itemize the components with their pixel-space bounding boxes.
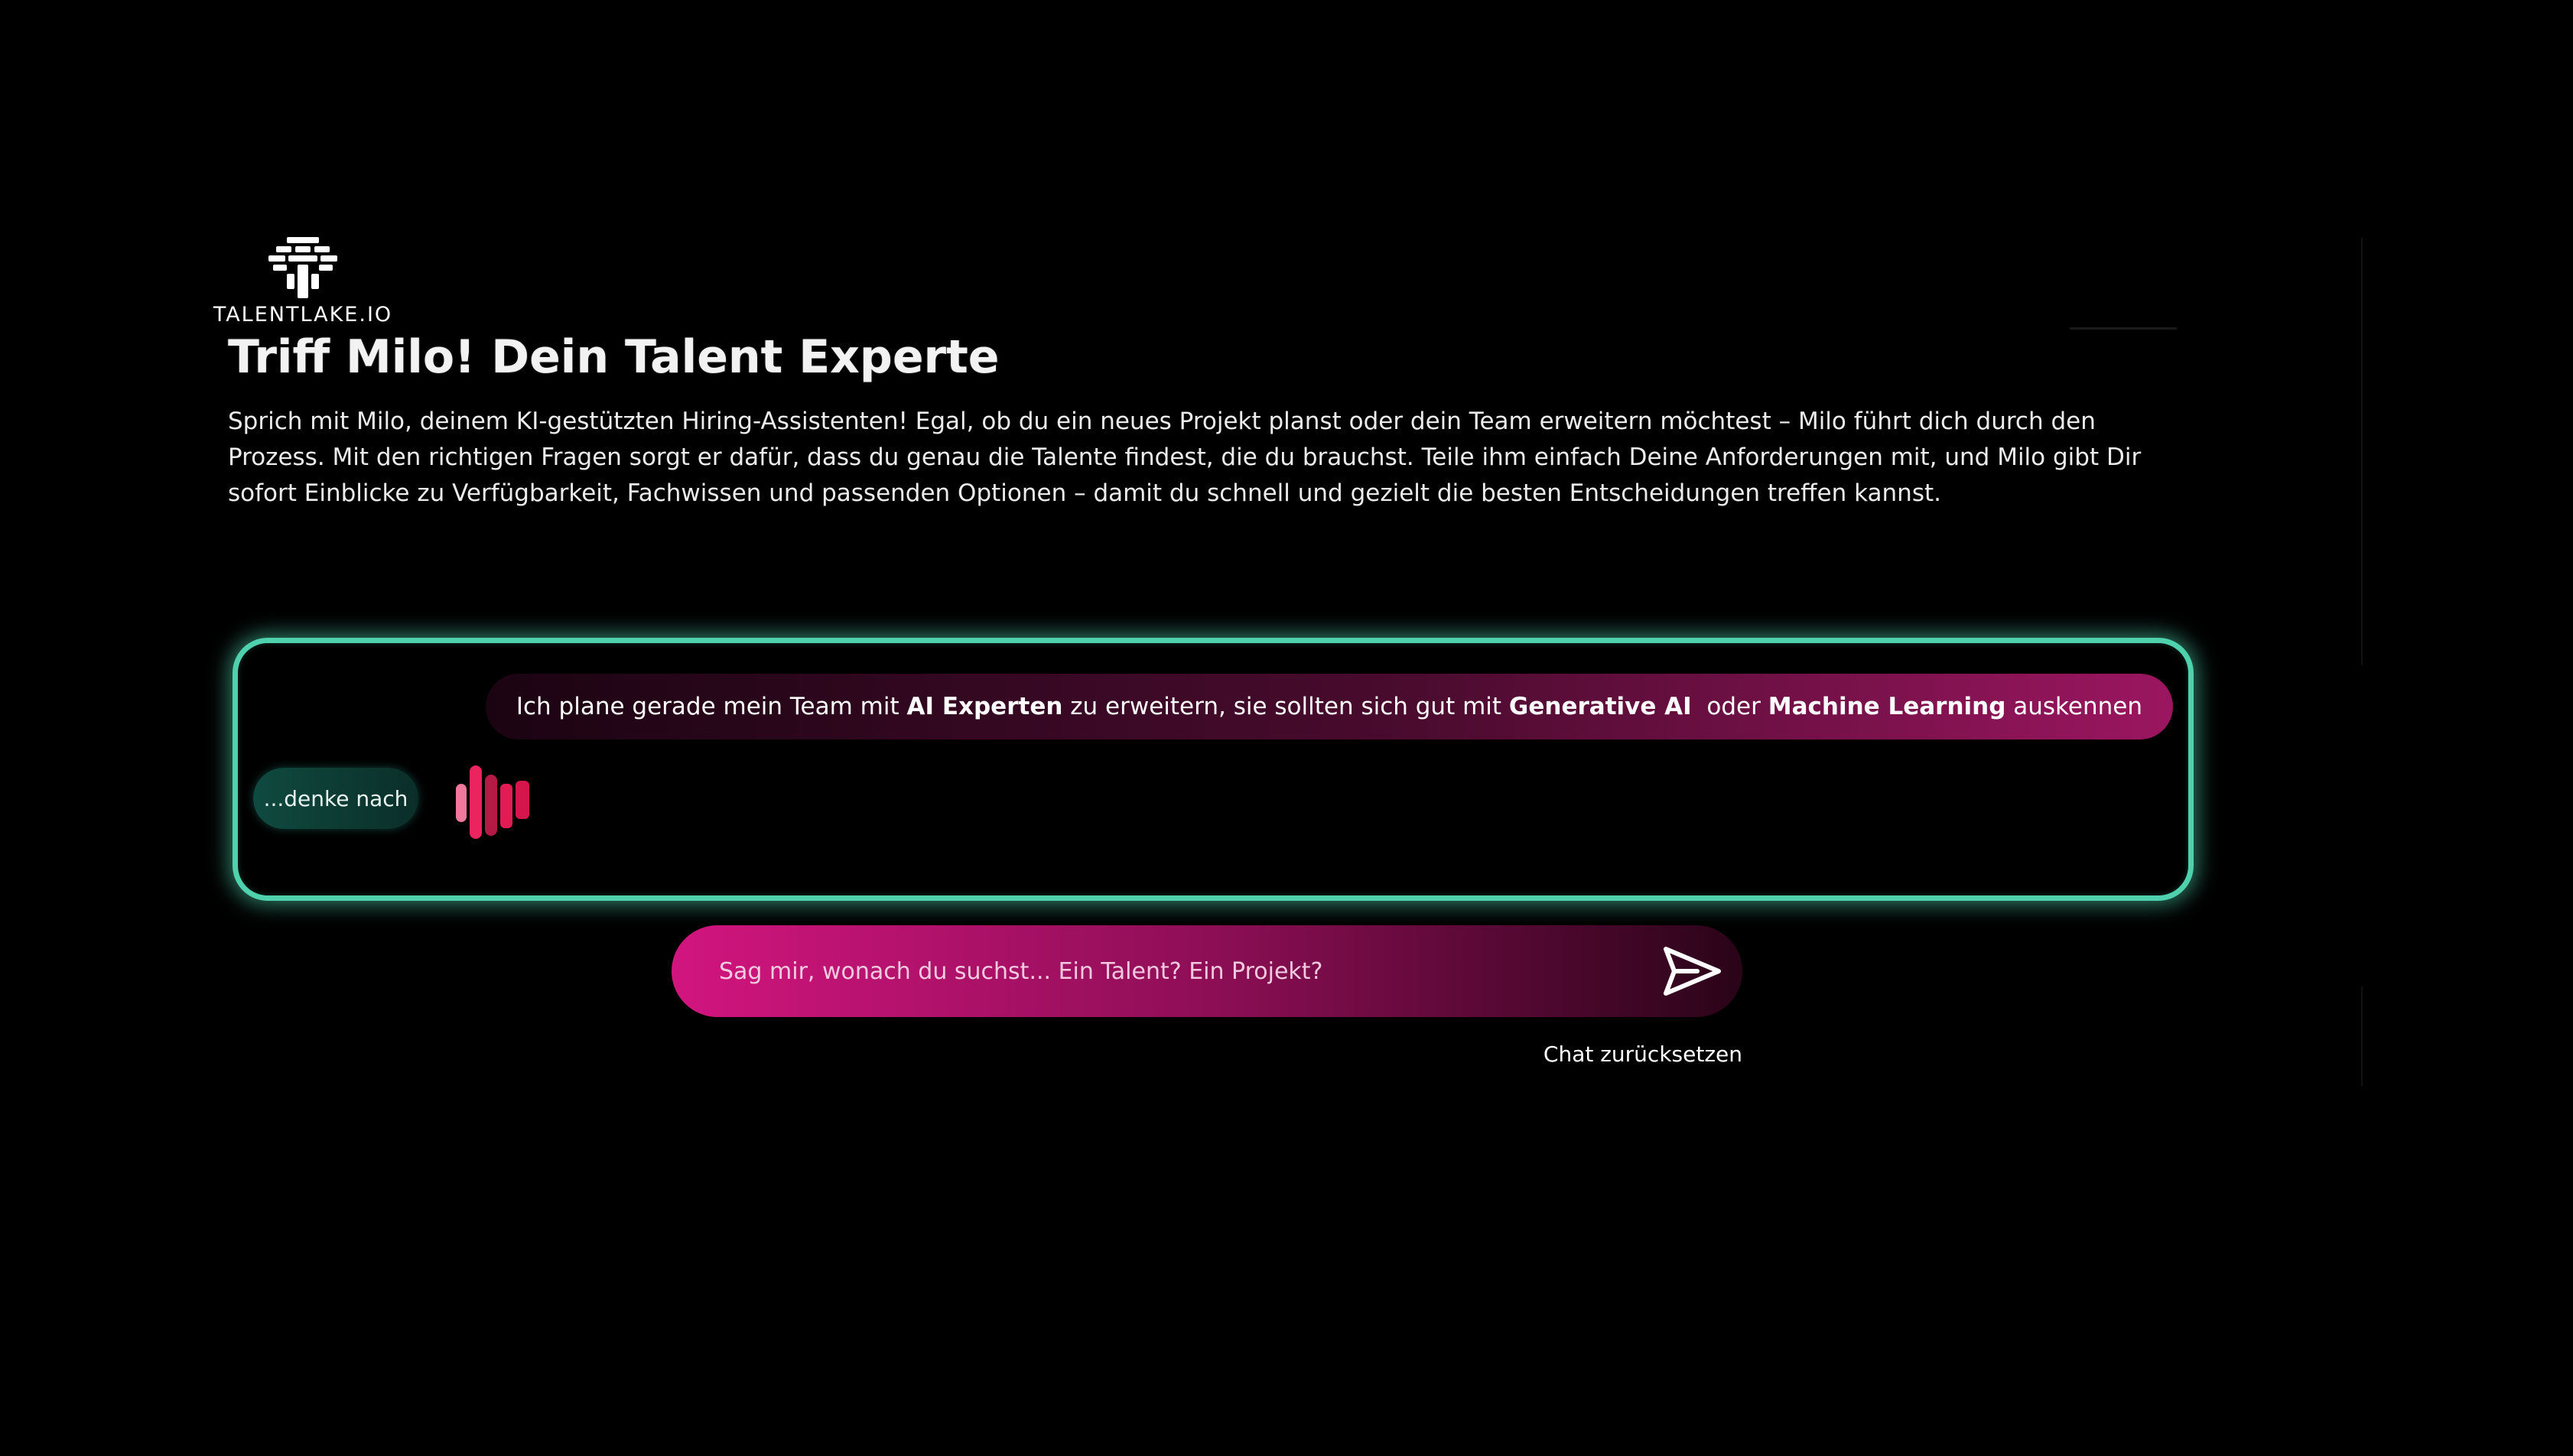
talentlake-logo-icon [268,237,337,298]
message-text: Ich plane gerade mein Team mit AI Expert… [516,693,2142,720]
divider [2070,327,2177,330]
divider [2361,237,2363,665]
send-icon [1664,947,1721,996]
thinking-indicator: ...denke nach [253,768,418,829]
message-text-part: oder [1691,693,1768,720]
audio-bars-icon [456,765,529,839]
message-text-part: auskennen [2005,693,2142,720]
reset-chat-link[interactable]: Chat zurücksetzen [1543,1042,1742,1067]
chat-input[interactable] [717,957,1658,986]
user-message-bubble: Ich plane gerade mein Team mit AI Expert… [485,674,2173,739]
chat-panel: Ich plane gerade mein Team mit AI Expert… [233,638,2194,901]
message-keyword: Generative AI [1508,693,1692,720]
message-keyword: Machine Learning [1768,693,2006,720]
divider [2361,986,2363,1086]
send-button[interactable] [1658,937,1727,1006]
brand-name: TALENTLAKE.IO [213,303,393,327]
chat-input-bar [672,925,1742,1017]
message-text-part: Ich plane gerade mein Team mit [516,693,907,720]
brand-logo[interactable]: TALENTLAKE.IO [213,237,393,327]
intro-text: Sprich mit Milo, deinem KI-gestützten Hi… [228,408,2142,507]
page: TALENTLAKE.IO Triff Milo! Dein Talent Ex… [0,0,2573,1456]
message-keyword: AI Experten [906,693,1063,720]
page-title: Triff Milo! Dein Talent Experte [228,330,1000,384]
message-text-part: zu erweitern, sie sollten sich gut mit [1062,693,1509,720]
